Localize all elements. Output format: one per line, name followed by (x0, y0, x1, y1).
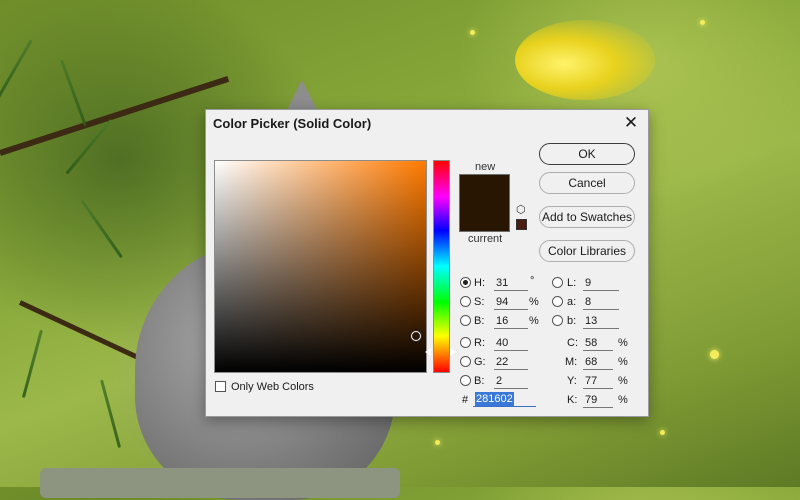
green-radio[interactable] (460, 356, 471, 367)
pine-needles (100, 379, 122, 449)
lab-l-label: L: (567, 277, 577, 289)
red-input[interactable]: 40 (494, 336, 528, 351)
black-label: K: (567, 394, 578, 406)
red-label: R: (474, 337, 485, 349)
cyan-label: C: (567, 337, 578, 349)
3d-cube-icon[interactable]: ⬡ (516, 205, 527, 216)
magenta-input[interactable]: 68 (583, 355, 613, 370)
close-button[interactable]: ✕ (622, 114, 640, 132)
saturation-label: S: (474, 296, 485, 308)
black-input[interactable]: 79 (583, 393, 613, 408)
current-color-label: current (468, 233, 503, 245)
pine-needles (80, 199, 123, 259)
blue-input[interactable]: 2 (494, 374, 528, 389)
hue-unit: ° (530, 275, 535, 287)
lab-b-input[interactable]: 13 (583, 314, 619, 329)
cyan-unit: % (618, 337, 628, 349)
lab-l-input[interactable]: 9 (583, 276, 619, 291)
sparkle (435, 440, 440, 445)
magenta-label: M: (565, 356, 578, 368)
magenta-unit: % (618, 356, 628, 368)
red-radio[interactable] (460, 337, 471, 348)
brightness-input[interactable]: 16 (494, 314, 528, 329)
web-safe-swatch[interactable] (516, 219, 527, 230)
pine-needles (0, 39, 33, 102)
hex-label: # (462, 394, 469, 406)
hue-radio[interactable] (460, 277, 471, 288)
hex-input-value[interactable]: 281602 (475, 392, 514, 406)
saturation-radio[interactable] (460, 296, 471, 307)
saturation-unit: % (529, 296, 539, 308)
brightness-unit: % (529, 315, 539, 327)
ok-button[interactable]: OK (539, 143, 635, 165)
yellow-input[interactable]: 77 (583, 374, 613, 389)
only-web-colors-checkbox[interactable] (215, 381, 226, 392)
cyan-input[interactable]: 58 (583, 336, 613, 351)
add-to-swatches-button[interactable]: Add to Swatches (539, 206, 635, 228)
title-bar[interactable]: Color Picker (Solid Color) ✕ (206, 110, 648, 136)
color-preview-swatch (459, 174, 510, 232)
green-label: G: (474, 356, 486, 368)
color-picker-dialog: Color Picker (Solid Color) ✕ new current… (205, 109, 649, 417)
hue-slider-left-arrow[interactable] (425, 348, 431, 356)
green-input[interactable]: 22 (494, 355, 528, 370)
new-color-label: new (475, 161, 496, 173)
hue-input[interactable]: 31 (494, 276, 528, 291)
lab-a-radio[interactable] (552, 296, 563, 307)
hue-label: H: (474, 277, 485, 289)
sparkle (700, 20, 705, 25)
lab-a-label: a: (567, 296, 577, 308)
blue-label: B: (474, 375, 485, 387)
brightness-label: B: (474, 315, 485, 327)
sparkle (710, 350, 719, 359)
hue-slider-right-arrow[interactable] (450, 348, 456, 356)
lab-b-label: b: (567, 315, 577, 327)
dialog-title: Color Picker (Solid Color) (213, 116, 372, 131)
lab-a-input[interactable]: 8 (583, 295, 619, 310)
lab-l-radio[interactable] (552, 277, 563, 288)
tree-branch (0, 75, 230, 156)
blue-radio[interactable] (460, 375, 471, 386)
rock (40, 468, 400, 498)
pine-needles (21, 329, 43, 399)
color-libraries-button[interactable]: Color Libraries (539, 240, 635, 262)
only-web-colors-label[interactable]: Only Web Colors (231, 381, 314, 393)
yellow-unit: % (618, 375, 628, 387)
cancel-button[interactable]: Cancel (539, 172, 635, 194)
sparkle (470, 30, 475, 35)
color-field[interactable] (214, 160, 427, 373)
yellow-label: Y: (567, 375, 577, 387)
pine-needles (60, 59, 87, 127)
hue-slider[interactable] (433, 160, 450, 373)
black-unit: % (618, 394, 628, 406)
saturation-input[interactable]: 94 (494, 295, 528, 310)
sparkle (660, 430, 665, 435)
color-selector-circle[interactable] (411, 331, 421, 341)
glowing-fish (515, 20, 655, 100)
brightness-radio[interactable] (460, 315, 471, 326)
hex-input[interactable]: 281602 (473, 392, 536, 407)
lab-b-radio[interactable] (552, 315, 563, 326)
